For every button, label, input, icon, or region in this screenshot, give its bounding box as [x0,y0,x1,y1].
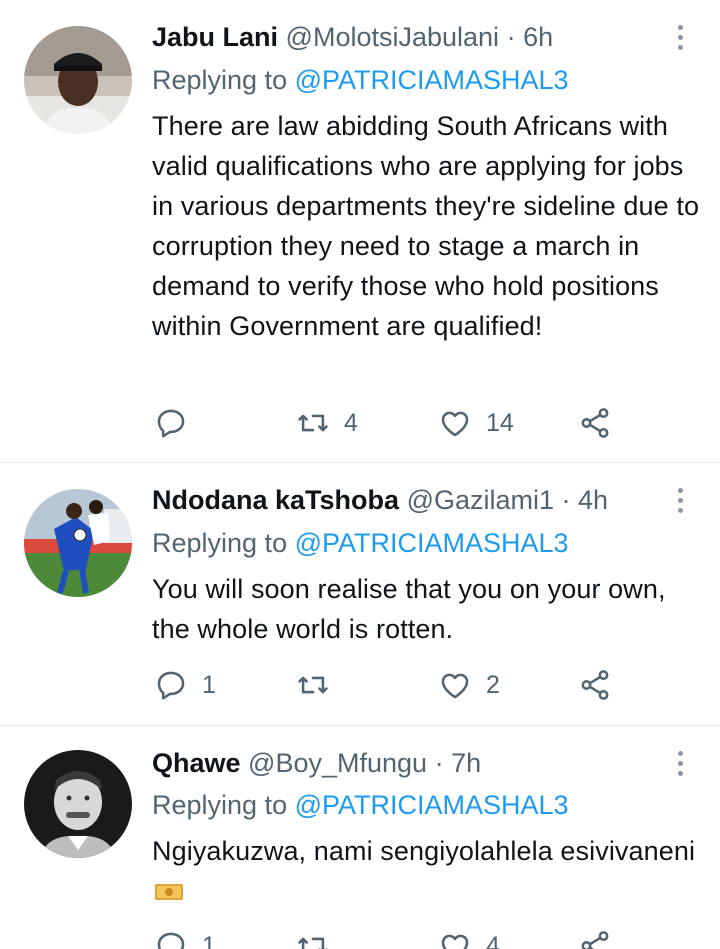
tweet-text: Ngiyakuzwa, nami sengiyolahlela esivivan… [152,836,696,866]
display-name[interactable]: Jabu Lani [152,22,278,52]
avatar[interactable] [24,489,132,597]
share-button[interactable] [578,665,612,705]
tweet-header: Ndodana kaTshoba @Gazilami1 · 4h [152,483,660,517]
display-name[interactable]: Ndodana kaTshoba [152,485,399,515]
avatar-image [24,750,132,858]
reply-button[interactable]: 1 [154,665,216,705]
like-icon [441,411,469,437]
tweet[interactable]: Ndodana kaTshoba @Gazilami1 · 4h Replyin… [0,463,720,726]
tweet[interactable]: Jabu Lani @MolotsiJabulani · 6h Replying… [0,0,720,463]
like-icon [441,673,469,699]
retweet-count: 4 [344,408,358,437]
reply-icon [157,409,185,438]
reply-icon [157,932,185,949]
separator: · [554,485,579,515]
replying-label: Replying to [152,790,288,820]
timestamp[interactable]: 6h [523,22,553,52]
avatar-image [24,26,132,134]
user-handle[interactable]: @Boy_Mfungu [248,748,427,778]
share-button[interactable] [578,926,612,949]
separator: · [499,22,524,52]
action-bar: 4 14 [152,403,622,443]
retweet-button[interactable] [296,926,344,949]
like-count: 14 [486,408,514,437]
action-bar: 1 4 [152,926,622,949]
like-button[interactable]: 2 [438,665,500,705]
retweet-icon [298,676,328,694]
replying-handle-link[interactable]: @PATRICIAMASHAL3 [295,65,569,95]
tweet-text: There are law abidding South Africans wi… [152,111,700,341]
retweet-button[interactable]: 4 [296,403,358,443]
money-emoji-icon [155,884,183,900]
reply-icon [157,671,185,700]
tweet[interactable]: Qhawe @Boy_Mfungu · 7h Replying to @PATR… [0,726,720,949]
replying-handle-link[interactable]: @PATRICIAMASHAL3 [295,790,569,820]
tweet-text: You will soon realise that you on your o… [152,574,666,644]
reply-feed: Jabu Lani @MolotsiJabulani · 6h Replying… [0,0,720,949]
share-icon [581,408,609,438]
action-bar: 1 2 [152,665,622,705]
tweet-text-container: Ngiyakuzwa, nami sengiyolahlela esivivan… [152,831,702,911]
timestamp[interactable]: 4h [578,485,608,515]
tweet-header: Jabu Lani @MolotsiJabulani · 6h [152,20,660,54]
retweet-icon [298,937,328,949]
more-vertical-icon[interactable] [670,20,690,54]
more-vertical-icon[interactable] [670,483,690,517]
replying-to: Replying to @PATRICIAMASHAL3 [152,788,569,822]
retweet-button[interactable] [296,665,344,705]
like-button[interactable]: 14 [438,403,514,443]
tweet-header: Qhawe @Boy_Mfungu · 7h [152,746,660,780]
separator: · [427,748,452,778]
reply-button[interactable]: 1 [154,926,216,949]
replying-handle-link[interactable]: @PATRICIAMASHAL3 [295,528,569,558]
user-handle[interactable]: @MolotsiJabulani [286,22,500,52]
avatar-image [24,489,132,597]
reply-count: 1 [202,670,216,699]
like-count: 4 [486,931,500,949]
replying-to: Replying to @PATRICIAMASHAL3 [152,526,569,560]
timestamp[interactable]: 7h [451,748,481,778]
reply-count: 1 [202,931,216,949]
replying-label: Replying to [152,65,288,95]
display-name[interactable]: Qhawe [152,748,241,778]
share-icon [581,670,609,700]
like-count: 2 [486,670,500,699]
avatar[interactable] [24,750,132,858]
share-icon [581,931,609,949]
avatar[interactable] [24,26,132,134]
more-vertical-icon[interactable] [670,746,690,780]
share-button[interactable] [578,403,612,443]
user-handle[interactable]: @Gazilami1 [407,485,554,515]
reply-button[interactable] [154,403,202,443]
retweet-icon [298,414,328,432]
replying-to: Replying to @PATRICIAMASHAL3 [152,63,569,97]
like-button[interactable]: 4 [438,926,500,949]
like-icon [441,934,469,949]
replying-label: Replying to [152,528,288,558]
